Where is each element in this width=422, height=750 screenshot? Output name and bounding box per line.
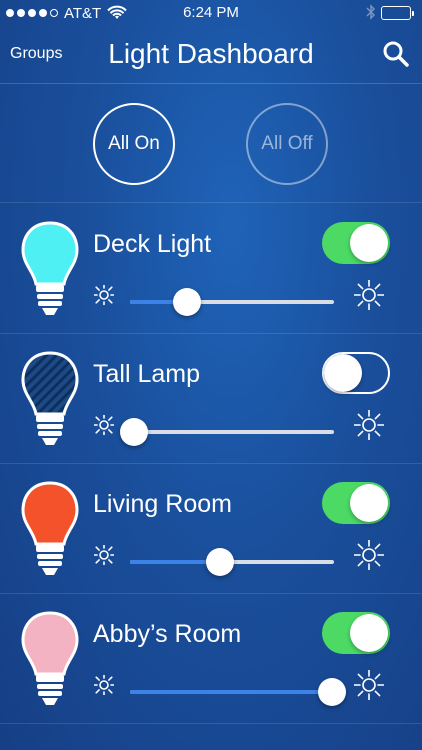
bulb-icon[interactable] bbox=[20, 220, 80, 320]
signal-strength bbox=[6, 9, 58, 17]
light-name: Abby’s Room bbox=[93, 620, 242, 648]
brightness-slider[interactable] bbox=[130, 548, 334, 576]
toggle-knob bbox=[350, 484, 388, 522]
toggle-knob bbox=[350, 614, 388, 652]
signal-dot bbox=[39, 9, 47, 17]
sun-dim-icon bbox=[94, 545, 114, 565]
light-row: Tall Lamp bbox=[0, 334, 422, 464]
slider-thumb[interactable] bbox=[173, 288, 202, 316]
wifi-icon bbox=[107, 5, 127, 21]
light-name: Living Room bbox=[93, 490, 232, 518]
brightness-slider[interactable] bbox=[130, 678, 346, 706]
light-row: Living Room bbox=[0, 464, 422, 594]
brightness-slider[interactable] bbox=[130, 288, 334, 316]
toggle-knob bbox=[350, 224, 388, 262]
sun-bright-icon bbox=[354, 670, 384, 700]
all-controls: All On All Off bbox=[0, 85, 422, 203]
bluetooth-icon bbox=[366, 4, 376, 20]
sun-bright-icon bbox=[354, 280, 384, 310]
signal-dot bbox=[28, 9, 36, 17]
nav-bar: Groups Light Dashboard bbox=[0, 26, 422, 84]
sun-bright-icon bbox=[354, 540, 384, 570]
power-toggle[interactable] bbox=[322, 482, 390, 524]
sun-dim-icon bbox=[94, 285, 114, 305]
status-bar: AT&T 6:24 PM bbox=[0, 0, 422, 26]
slider-thumb[interactable] bbox=[205, 548, 234, 576]
light-row: Deck Light bbox=[0, 204, 422, 334]
toggle-knob bbox=[324, 354, 362, 392]
search-icon bbox=[383, 41, 409, 67]
power-toggle[interactable] bbox=[322, 222, 390, 264]
battery-icon bbox=[381, 6, 414, 20]
signal-dot bbox=[17, 9, 25, 17]
slider-track bbox=[130, 430, 334, 434]
signal-dot bbox=[6, 9, 14, 17]
bulb-icon[interactable] bbox=[20, 480, 80, 580]
bulb-icon[interactable] bbox=[20, 610, 80, 710]
slider-thumb[interactable] bbox=[317, 678, 346, 706]
brightness-slider[interactable] bbox=[120, 418, 334, 446]
carrier-label: AT&T bbox=[64, 4, 102, 22]
bulb-icon[interactable] bbox=[20, 350, 80, 450]
sun-dim-icon bbox=[94, 675, 114, 695]
signal-dot bbox=[50, 9, 58, 17]
page-title: Light Dashboard bbox=[108, 38, 314, 69]
all-on-button[interactable]: All On bbox=[93, 103, 175, 185]
light-name: Deck Light bbox=[93, 230, 212, 258]
power-toggle[interactable] bbox=[322, 612, 390, 654]
search-button[interactable] bbox=[382, 40, 410, 68]
slider-thumb[interactable] bbox=[120, 418, 149, 446]
power-toggle[interactable] bbox=[322, 352, 390, 394]
light-name: Tall Lamp bbox=[93, 360, 200, 388]
light-row: Abby’s Room bbox=[0, 594, 422, 724]
sun-bright-icon bbox=[354, 410, 384, 440]
sun-dim-icon bbox=[94, 415, 114, 435]
slider-fill bbox=[130, 690, 332, 694]
groups-button[interactable]: Groups bbox=[10, 45, 62, 63]
all-off-button[interactable]: All Off bbox=[246, 103, 328, 185]
